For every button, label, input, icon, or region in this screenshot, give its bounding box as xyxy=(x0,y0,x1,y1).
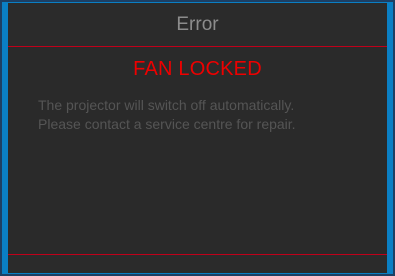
error-heading: FAN LOCKED xyxy=(133,58,262,80)
message-line-2: Please contact a service centre for repa… xyxy=(38,116,296,132)
error-dialog: Error FAN LOCKED The projector will swit… xyxy=(2,2,393,274)
error-message: The projector will switch off automatica… xyxy=(38,96,378,134)
dialog-footer xyxy=(8,255,387,273)
title-divider xyxy=(8,46,387,47)
dialog-title: Error xyxy=(8,3,387,46)
message-line-1: The projector will switch off automatica… xyxy=(38,97,295,113)
